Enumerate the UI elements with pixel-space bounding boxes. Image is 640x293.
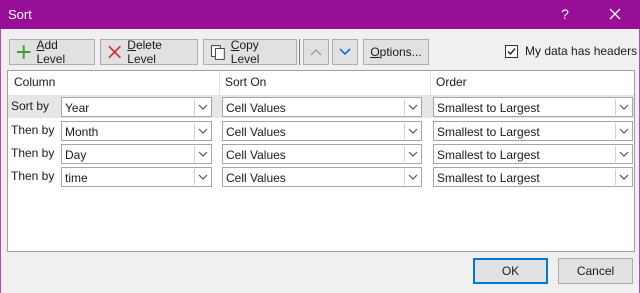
sort-levels-grid: Column Sort On Order Sort by Year Cell V… bbox=[7, 70, 635, 252]
sort-on-select[interactable]: Cell Values bbox=[222, 167, 422, 187]
move-down-button[interactable] bbox=[332, 39, 358, 65]
chevron-down-icon bbox=[619, 128, 629, 134]
chevron-down-icon bbox=[619, 174, 629, 180]
toolbar-separator bbox=[299, 39, 300, 65]
dropdown-arrow[interactable] bbox=[404, 169, 420, 185]
copy-level-button[interactable]: Copy Level bbox=[203, 38, 297, 66]
ok-button[interactable]: OK bbox=[473, 258, 548, 284]
sort-on-value: Cell Values bbox=[226, 171, 286, 185]
sort-on-value: Cell Values bbox=[226, 125, 286, 139]
dropdown-arrow[interactable] bbox=[404, 99, 420, 115]
headers-checkbox-wrap[interactable]: My data has headers bbox=[505, 44, 637, 58]
header-sort-on: Sort On bbox=[225, 75, 267, 89]
chevron-down-icon bbox=[619, 104, 629, 110]
chevron-down-icon bbox=[408, 174, 418, 180]
dropdown-arrow[interactable] bbox=[615, 169, 631, 185]
sort-on-select[interactable]: Cell Values bbox=[222, 121, 422, 141]
dropdown-arrow[interactable] bbox=[615, 99, 631, 115]
order-value: Smallest to Largest bbox=[437, 148, 540, 162]
chevron-down-icon bbox=[198, 128, 208, 134]
chevron-down-icon bbox=[408, 151, 418, 157]
cancel-button[interactable]: Cancel bbox=[558, 258, 633, 284]
column-select-value: Month bbox=[65, 125, 99, 139]
dropdown-arrow[interactable] bbox=[194, 169, 210, 185]
row-label: Then by bbox=[11, 169, 55, 183]
column-divider bbox=[430, 71, 431, 95]
order-select[interactable]: Smallest to Largest bbox=[433, 144, 633, 164]
checkmark-icon bbox=[507, 47, 516, 55]
column-select-value: Year bbox=[65, 101, 90, 115]
dialog-title: Sort bbox=[8, 7, 32, 22]
dropdown-arrow[interactable] bbox=[404, 146, 420, 162]
header-order: Order bbox=[436, 75, 467, 89]
dropdown-arrow[interactable] bbox=[194, 99, 210, 115]
sort-on-select[interactable]: Cell Values bbox=[222, 97, 422, 117]
order-select[interactable]: Smallest to Largest bbox=[433, 97, 633, 117]
chevron-down-icon bbox=[198, 104, 208, 110]
add-level-button[interactable]: Add Level bbox=[9, 38, 95, 66]
headers-checkbox-label: My data has headers bbox=[525, 44, 638, 58]
options-button[interactable]: Options... bbox=[363, 39, 429, 65]
copy-icon bbox=[210, 45, 225, 60]
options-label: Options... bbox=[370, 45, 422, 59]
close-button[interactable] bbox=[600, 2, 630, 26]
plus-icon bbox=[16, 45, 31, 59]
column-select[interactable]: Month bbox=[61, 121, 212, 141]
order-select[interactable]: Smallest to Largest bbox=[433, 121, 633, 141]
down-arrow-icon bbox=[339, 48, 351, 56]
sort-on-select[interactable]: Cell Values bbox=[222, 144, 422, 164]
header-column: Column bbox=[14, 75, 56, 89]
dropdown-arrow[interactable] bbox=[615, 123, 631, 139]
sort-on-value: Cell Values bbox=[226, 101, 286, 115]
chevron-down-icon bbox=[198, 174, 208, 180]
headers-checkbox[interactable] bbox=[505, 44, 518, 58]
dialog-body: Add Level Delete Level Copy Level Option… bbox=[0, 29, 640, 293]
add-level-label: Add Level bbox=[36, 38, 66, 66]
order-value: Smallest to Largest bbox=[437, 125, 540, 139]
delete-level-label: Delete Level bbox=[127, 38, 162, 66]
column-select[interactable]: time bbox=[61, 167, 212, 187]
column-select[interactable]: Year bbox=[61, 97, 212, 117]
x-icon bbox=[108, 45, 121, 59]
column-select-value: Day bbox=[65, 148, 87, 162]
copy-level-label: Copy Level bbox=[230, 38, 260, 66]
delete-level-button[interactable]: Delete Level bbox=[100, 38, 198, 66]
column-select-value: time bbox=[65, 171, 88, 185]
dropdown-arrow[interactable] bbox=[194, 146, 210, 162]
order-value: Smallest to Largest bbox=[437, 171, 540, 185]
column-select[interactable]: Day bbox=[61, 144, 212, 164]
chevron-down-icon bbox=[408, 104, 418, 110]
column-divider bbox=[219, 71, 220, 95]
chevron-down-icon bbox=[198, 151, 208, 157]
dropdown-arrow[interactable] bbox=[194, 123, 210, 139]
order-value: Smallest to Largest bbox=[437, 101, 540, 115]
close-icon bbox=[609, 8, 621, 20]
move-up-button[interactable] bbox=[303, 39, 329, 65]
row-label: Then by bbox=[11, 146, 55, 160]
row-label: Then by bbox=[11, 123, 55, 137]
help-button[interactable]: ? bbox=[554, 3, 576, 25]
order-select[interactable]: Smallest to Largest bbox=[433, 167, 633, 187]
title-bar: Sort ? bbox=[0, 0, 640, 29]
dropdown-arrow[interactable] bbox=[615, 146, 631, 162]
up-arrow-icon bbox=[310, 48, 322, 56]
sort-on-value: Cell Values bbox=[226, 148, 286, 162]
row-label: Sort by bbox=[11, 99, 50, 113]
chevron-down-icon bbox=[408, 128, 418, 134]
dropdown-arrow[interactable] bbox=[404, 123, 420, 139]
chevron-down-icon bbox=[619, 151, 629, 157]
